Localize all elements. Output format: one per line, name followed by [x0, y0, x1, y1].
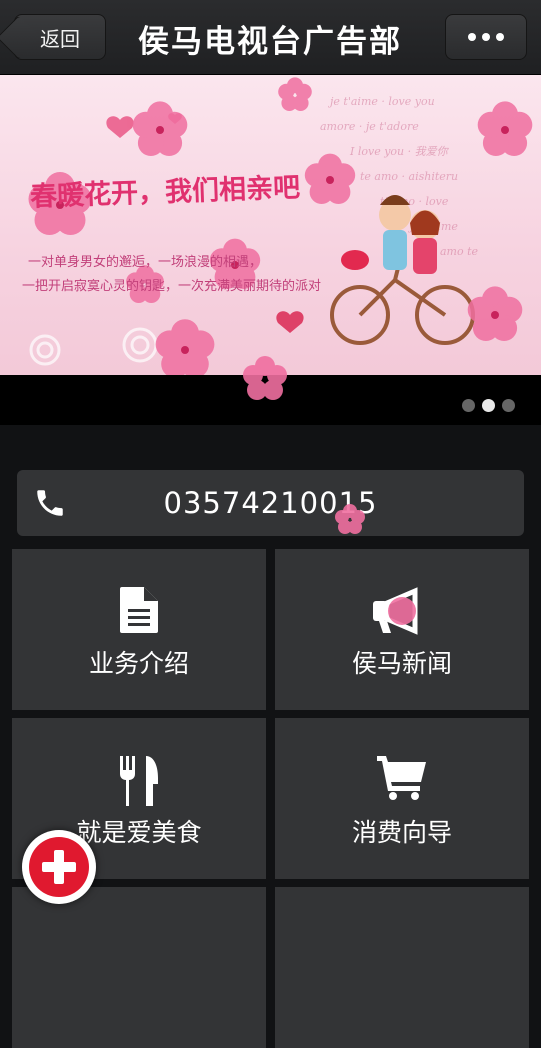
more-dot	[496, 33, 504, 41]
tile-business-intro[interactable]: 业务介绍	[12, 549, 266, 710]
plus-icon	[29, 837, 89, 897]
more-dots-icon	[468, 33, 476, 41]
decorative-flower-icon	[243, 356, 287, 400]
back-button[interactable]: 返回	[14, 14, 106, 60]
tile-houma-news[interactable]: 侯马新闻	[275, 549, 529, 710]
tile-consumer-guide[interactable]: 消费向导	[275, 718, 529, 879]
banner-artwork: je t'aime · love you amore · je t'adore …	[28, 77, 533, 375]
more-dot	[482, 33, 490, 41]
tile-label: 侯马新闻	[351, 649, 452, 678]
decorative-flower-icon	[335, 504, 365, 534]
tile-partial-left[interactable]	[12, 887, 266, 1048]
svg-text:je t'aime · love you: je t'aime · love you	[327, 95, 435, 108]
megaphone-icon	[373, 587, 418, 635]
back-button-label: 返回	[40, 26, 80, 51]
fork-knife-icon	[120, 756, 158, 806]
phone-call-button[interactable]: 03574210015	[17, 470, 524, 536]
add-floating-button[interactable]	[22, 830, 96, 904]
slider-dots[interactable]	[462, 399, 515, 412]
document-icon	[120, 587, 158, 633]
svg-text:amo te: amo te	[440, 245, 479, 258]
shopping-cart-icon	[377, 756, 426, 800]
slide-dot[interactable]	[462, 399, 475, 412]
svg-text:I love you · 我爱你: I love you · 我爱你	[349, 145, 450, 158]
tile-partial-right[interactable]	[275, 887, 529, 1048]
svg-text:te amo · aishiteru: te amo · aishiteru	[360, 170, 458, 183]
tile-label: 消费向导	[351, 818, 452, 847]
more-button[interactable]	[445, 14, 527, 60]
page-title: 侯马电视台广告部	[138, 24, 402, 60]
phone-number: 03574210015	[163, 486, 378, 520]
tile-label: 业务介绍	[88, 649, 189, 678]
svg-text:amore · je t'adore: amore · je t'adore	[320, 120, 419, 133]
banner-line1: 一对单身男女的邂逅，一场浪漫的相遇，	[28, 255, 263, 270]
slide-dot-active[interactable]	[482, 399, 495, 412]
banner-line2: 一把开启寂寞心灵的钥匙，一次充满美丽期待的派对	[22, 279, 322, 294]
top-bar: 返回 侯马电视台广告部	[0, 0, 541, 75]
banner-slider[interactable]: je t'aime · love you amore · je t'adore …	[0, 75, 541, 375]
slide-dot[interactable]	[502, 399, 515, 412]
